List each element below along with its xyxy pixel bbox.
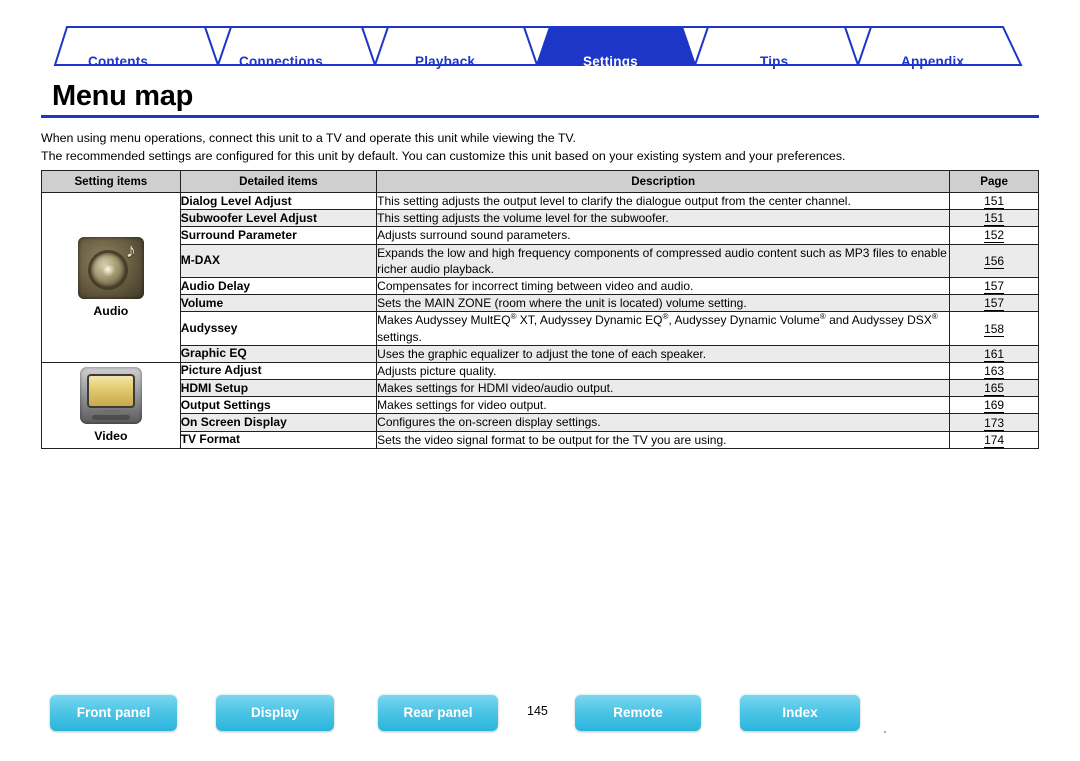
table-row: Surround Parameter Adjusts surround soun… xyxy=(42,226,1039,245)
intro-line-2: The recommended settings are configured … xyxy=(41,149,846,163)
page-tv-format[interactable]: 174 xyxy=(949,430,1039,449)
detail-m-dax: M-DAX xyxy=(179,243,378,278)
page-link[interactable]: 169 xyxy=(984,398,1005,414)
desc-audio-delay: Compensates for incorrect timing between… xyxy=(376,276,951,296)
page-surround-parameter[interactable]: 152 xyxy=(949,226,1039,245)
corner-mark xyxy=(884,731,886,733)
detail-dialog-level-adjust: Dialog Level Adjust xyxy=(179,191,378,211)
front-panel-button[interactable]: Front panel xyxy=(50,694,177,731)
header-detailed-items: Detailed items xyxy=(179,170,378,193)
audio-speaker-icon: ♪ xyxy=(77,236,144,299)
page-graphic-eq[interactable]: 161 xyxy=(949,344,1039,363)
tab-playback[interactable]: Playback xyxy=(415,54,475,69)
page-dialog-level-adjust[interactable]: 151 xyxy=(949,191,1039,211)
bottom-navigation-bar: Front panel Display Rear panel Remote In… xyxy=(0,694,1080,740)
table-row: Volume Sets the MAIN ZONE (room where th… xyxy=(42,294,1039,313)
page-number: 145 xyxy=(527,704,548,718)
page-m-dax[interactable]: 156 xyxy=(949,243,1039,278)
detail-on-screen-display: On Screen Display xyxy=(179,413,378,432)
header-description: Description xyxy=(376,170,951,193)
page-link[interactable]: 173 xyxy=(984,415,1005,431)
detail-audio-delay: Audio Delay xyxy=(179,276,378,296)
page-subwoofer-level-adjust[interactable]: 151 xyxy=(949,209,1039,228)
display-button[interactable]: Display xyxy=(216,694,334,731)
index-button[interactable]: Index xyxy=(740,694,860,731)
detail-audyssey: Audyssey xyxy=(179,311,378,346)
desc-m-dax: Expands the low and high frequency compo… xyxy=(376,243,951,278)
tab-appendix[interactable]: Appendix xyxy=(901,54,964,69)
page-volume[interactable]: 157 xyxy=(949,294,1039,313)
table-row: TV Format Sets the video signal format t… xyxy=(42,430,1039,449)
desc-on-screen-display: Configures the on-screen display setting… xyxy=(376,413,951,432)
page-link[interactable]: 158 xyxy=(984,321,1005,337)
page-link[interactable]: 157 xyxy=(984,279,1005,295)
detail-hdmi-setup: HDMI Setup xyxy=(179,379,378,398)
detail-tv-format: TV Format xyxy=(179,430,378,449)
tab-tips[interactable]: Tips xyxy=(760,54,788,69)
menu-map-table: Setting items Detailed items Description… xyxy=(41,170,1039,449)
tab-connections[interactable]: Connections xyxy=(239,54,323,69)
tab-contents[interactable]: Contents xyxy=(88,54,148,69)
detail-volume: Volume xyxy=(179,294,378,313)
page-title: Menu map xyxy=(52,80,193,112)
table-row: Video Picture Adjust Adjusts picture qua… xyxy=(41,361,1039,449)
table-row: Output Settings Makes settings for video… xyxy=(42,396,1039,415)
desc-tv-format: Sets the video signal format to be outpu… xyxy=(376,430,951,449)
table-row: Subwoofer Level Adjust This setting adju… xyxy=(42,209,1039,228)
page-link[interactable]: 157 xyxy=(984,296,1005,312)
table-row: On Screen Display Configures the on-scre… xyxy=(42,413,1039,432)
desc-hdmi-setup: Makes settings for HDMI video/audio outp… xyxy=(376,379,951,398)
video-tv-icon xyxy=(79,367,142,425)
title-divider xyxy=(41,115,1039,118)
page-link[interactable]: 161 xyxy=(984,346,1005,362)
desc-picture-adjust: Adjusts picture quality. xyxy=(376,361,951,381)
table-row: HDMI Setup Makes settings for HDMI video… xyxy=(42,379,1039,398)
intro-line-1: When using menu operations, connect this… xyxy=(41,131,576,145)
table-row: ♪ Audio Dialog Level Adjust This setting… xyxy=(41,191,1039,363)
page-link[interactable]: 156 xyxy=(984,253,1005,269)
desc-audyssey: Makes Audyssey MultEQ® XT, Audyssey Dyna… xyxy=(376,311,951,346)
page-hdmi-setup[interactable]: 165 xyxy=(949,379,1039,398)
page-link[interactable]: 151 xyxy=(984,211,1005,227)
detail-picture-adjust: Picture Adjust xyxy=(179,361,378,381)
desc-dialog-level-adjust: This setting adjusts the output level to… xyxy=(376,191,951,211)
page-link[interactable]: 163 xyxy=(984,363,1005,379)
detail-output-settings: Output Settings xyxy=(179,396,378,415)
group-label-video: Video xyxy=(94,429,128,444)
group-cell-video: Video xyxy=(41,361,181,449)
desc-graphic-eq: Uses the graphic equalizer to adjust the… xyxy=(376,344,951,363)
header-page: Page xyxy=(949,170,1039,193)
desc-output-settings: Makes settings for video output. xyxy=(376,396,951,415)
tab-settings[interactable]: Settings xyxy=(583,54,638,69)
page-picture-adjust[interactable]: 163 xyxy=(949,361,1039,381)
group-cell-audio: ♪ Audio xyxy=(41,192,181,363)
table-row: Graphic EQ Uses the graphic equalizer to… xyxy=(42,344,1039,363)
remote-button[interactable]: Remote xyxy=(575,694,701,731)
top-tab-bar: Contents Connections Playback Settings T… xyxy=(0,22,1080,69)
table-row: Audyssey Makes Audyssey MultEQ® XT, Audy… xyxy=(42,311,1039,346)
table-row: Audio Delay Compensates for incorrect ti… xyxy=(42,276,1039,296)
page-audio-delay[interactable]: 157 xyxy=(949,276,1039,296)
desc-subwoofer-level-adjust: This setting adjusts the volume level fo… xyxy=(376,209,951,228)
table-header-row: Setting items Detailed items Description… xyxy=(41,170,1039,193)
detail-graphic-eq: Graphic EQ xyxy=(179,344,378,363)
page-link[interactable]: 152 xyxy=(984,228,1005,244)
rear-panel-button[interactable]: Rear panel xyxy=(378,694,498,731)
page-link[interactable]: 151 xyxy=(984,194,1005,210)
detail-subwoofer-level-adjust: Subwoofer Level Adjust xyxy=(179,209,378,228)
desc-surround-parameter: Adjusts surround sound parameters. xyxy=(376,226,951,245)
table-row: M-DAX Expands the low and high frequency… xyxy=(42,243,1039,278)
detail-surround-parameter: Surround Parameter xyxy=(179,226,378,245)
header-setting-items: Setting items xyxy=(41,170,181,193)
page-output-settings[interactable]: 169 xyxy=(949,396,1039,415)
group-label-audio: Audio xyxy=(93,303,129,318)
page-link[interactable]: 174 xyxy=(984,432,1005,448)
page-link[interactable]: 165 xyxy=(984,381,1005,397)
page-audyssey[interactable]: 158 xyxy=(949,311,1039,346)
page-on-screen-display[interactable]: 173 xyxy=(949,413,1039,432)
desc-volume: Sets the MAIN ZONE (room where the unit … xyxy=(376,294,951,313)
